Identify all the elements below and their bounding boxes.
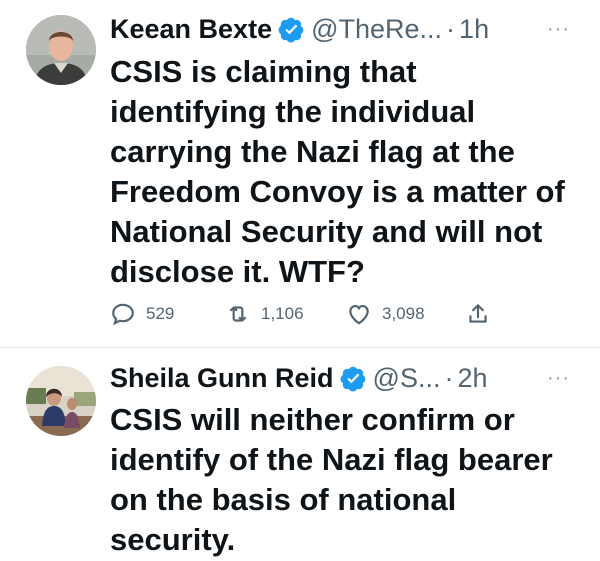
separator-dot: · <box>446 13 456 44</box>
avatar[interactable] <box>26 366 96 436</box>
avatar-photo-icon <box>26 366 96 436</box>
more-options-icon[interactable]: ··· <box>547 11 570 47</box>
author-name[interactable]: Sheila Gunn Reid <box>110 363 334 394</box>
share-icon <box>469 304 487 323</box>
reply-count: 529 <box>146 304 175 323</box>
tweet-card[interactable]: Keean Bexte @TheRe... · 1h ··· CSIS is c… <box>0 0 600 347</box>
author-handle[interactable]: @TheRe... <box>311 14 442 45</box>
tweet-text: CSIS is claiming that identifying the in… <box>110 54 565 289</box>
timestamp[interactable]: 2h <box>457 363 487 394</box>
tweet-text: CSIS will neither confirm or identify of… <box>110 402 553 557</box>
verified-badge-icon <box>278 17 304 42</box>
retweet-button[interactable]: 1,106 <box>225 300 304 328</box>
reply-button[interactable]: 529 <box>110 300 174 328</box>
reply-icon <box>112 303 134 326</box>
share-button[interactable] <box>465 300 501 328</box>
avatar-photo-icon <box>26 15 96 85</box>
avatar[interactable] <box>26 15 96 85</box>
timestamp[interactable]: 1h <box>459 14 489 45</box>
heart-icon <box>349 305 369 325</box>
retweet-icon <box>229 306 247 322</box>
tweet-header: Sheila Gunn Reid @S... · 2h ··· <box>110 360 600 396</box>
tweet-header: Keean Bexte @TheRe... · 1h ··· <box>110 11 600 47</box>
separator-dot: · <box>444 362 454 393</box>
author-handle[interactable]: @S... <box>373 363 441 394</box>
more-options-icon[interactable]: ··· <box>547 360 570 396</box>
like-count: 3,098 <box>382 304 425 323</box>
author-name[interactable]: Keean Bexte <box>110 14 272 45</box>
like-button[interactable]: 3,098 <box>346 300 425 328</box>
retweet-count: 1,106 <box>261 304 304 323</box>
verified-badge-icon <box>340 366 365 391</box>
